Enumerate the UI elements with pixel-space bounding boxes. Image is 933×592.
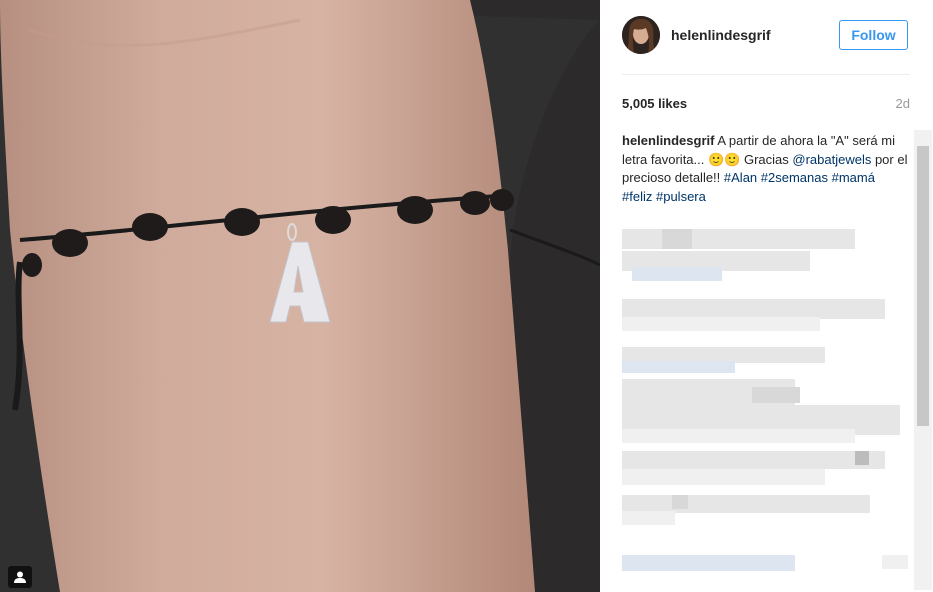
blurred-comment-line [622,469,825,485]
blurred-comment-line [622,361,735,373]
post-sidebar: helenlindesgrif Follow 5,005 likes 2d he… [600,0,933,592]
blurred-comment-line [632,267,722,281]
hashtag[interactable]: #pulsera [656,189,706,204]
blurred-comment-line [622,229,855,249]
comments-list: helenlindesgrif A partir de ahora la "A"… [622,132,908,592]
hashtag[interactable]: #Alan [724,170,757,185]
hashtag[interactable]: #mamá [832,170,875,185]
blurred-comment-line [752,387,800,403]
bracelet-photo [0,0,600,592]
follow-button[interactable]: Follow [839,20,908,50]
blurred-comment-line [622,451,885,469]
person-icon[interactable] [8,566,32,588]
blurred-comment-line [882,555,908,569]
avatar-image [622,16,660,54]
avatar[interactable] [622,16,660,54]
blurred-comment-line [855,451,869,465]
blurred-comment-line [622,555,795,571]
username[interactable]: helenlindesgrif [671,27,771,43]
blurred-comment-line [662,229,692,249]
blurred-comment-line [622,299,885,319]
hashtag[interactable]: #2semanas [761,170,828,185]
blurred-comments [622,229,908,592]
hashtag[interactable]: #feliz [622,189,652,204]
post-header: helenlindesgrif Follow [622,16,910,75]
scroll-up-arrow-icon[interactable] [914,130,932,146]
blurred-comment-line [622,317,820,331]
post-time[interactable]: 2d [896,96,910,111]
blurred-comment-line [622,429,855,443]
scroll-thumb[interactable] [917,146,929,426]
comments-scrollbar[interactable] [914,130,932,590]
post-photo[interactable] [0,0,600,592]
blurred-comment-line [622,511,675,525]
likes-count[interactable]: 5,005 likes [622,96,687,111]
caption: helenlindesgrif A partir de ahora la "A"… [622,132,908,206]
blurred-comment-line [672,495,688,509]
caption-author[interactable]: helenlindesgrif [622,133,714,148]
person-icon-glyph [14,571,26,583]
caption-mention[interactable]: @rabatjewels [792,152,871,167]
